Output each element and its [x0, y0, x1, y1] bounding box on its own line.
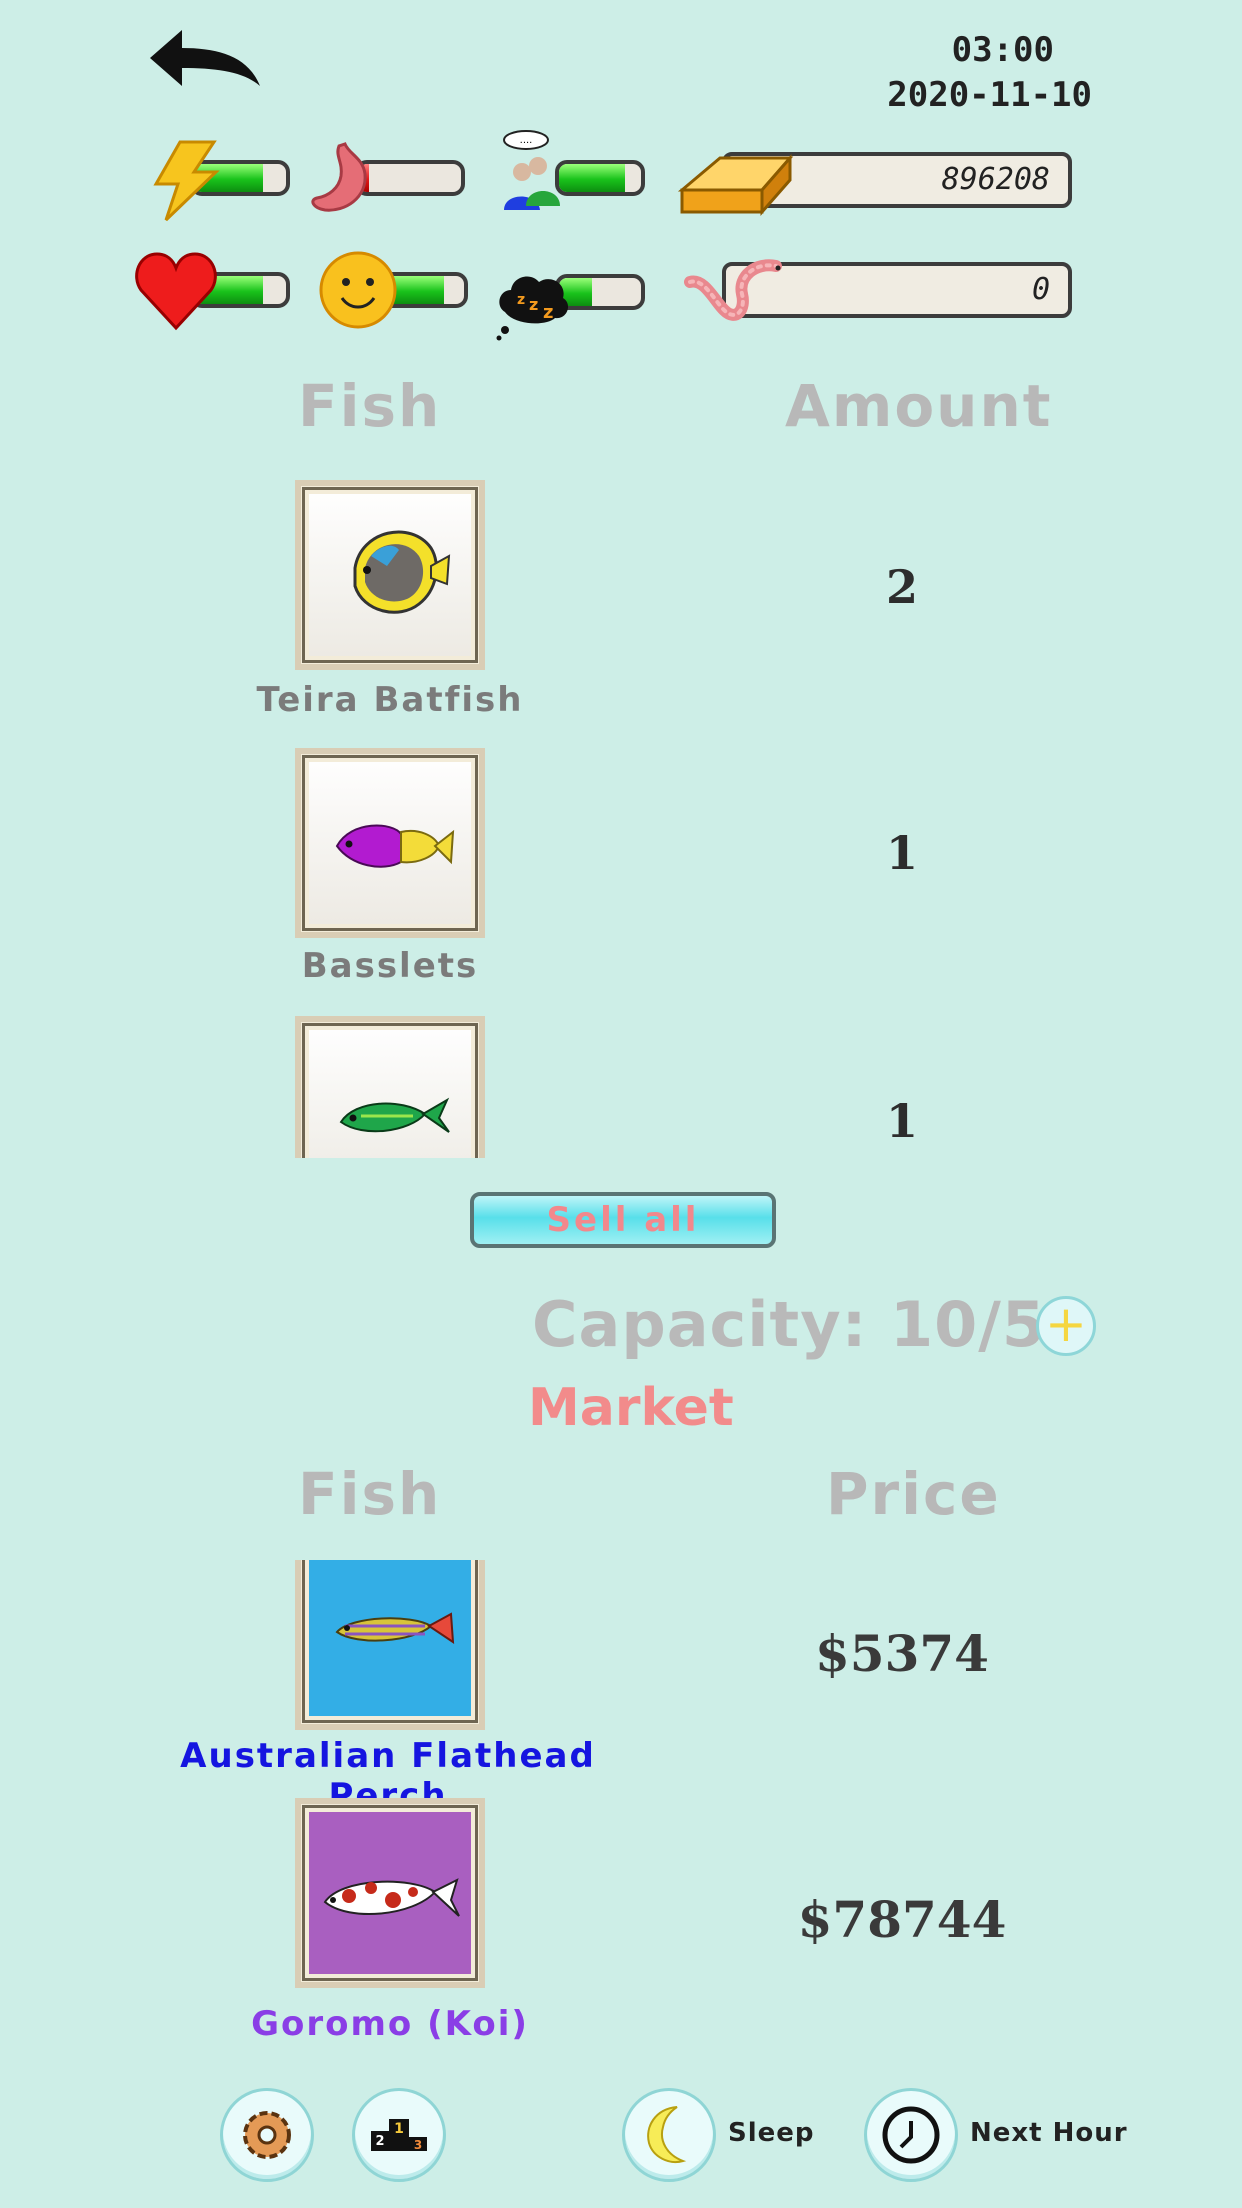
inventory-fish-amount: 2 — [885, 560, 918, 614]
sleep-label: Sleep — [728, 2118, 815, 2148]
clock-date: 2020-11-10 — [887, 75, 1092, 115]
teira-batfish-icon — [353, 530, 451, 614]
sleep-cloud-icon: z z z — [496, 276, 569, 341]
sell-all-button[interactable]: Sell all — [470, 1192, 776, 1248]
podium-icon: 1 2 3 — [371, 2119, 427, 2152]
leaderboard-button[interactable]: 1 2 3 — [352, 2088, 446, 2182]
lightning-icon — [153, 140, 220, 222]
capacity-label: Capacity: 10/50 — [532, 1288, 1091, 1361]
svg-text:1: 1 — [394, 2121, 404, 2137]
svg-text:2: 2 — [375, 2134, 384, 2149]
next-hour-button[interactable] — [864, 2088, 958, 2182]
back-arrow-icon — [150, 30, 260, 86]
gold-bar-icon — [677, 154, 794, 216]
clock-time: 03:00 — [951, 30, 1054, 70]
market-fish-price: $78744 — [797, 1890, 1007, 1949]
market-title: Market — [528, 1378, 734, 1438]
green-fish-icon — [339, 1097, 450, 1133]
sleep-button[interactable] — [622, 2088, 716, 2182]
social-stat: .... — [500, 130, 645, 220]
svg-text:z: z — [529, 295, 538, 314]
clock-icon — [882, 2106, 940, 2164]
sleep-stat: z z z — [495, 262, 645, 352]
inventory-fish-header: Fish — [298, 372, 442, 440]
goromo-koi-icon — [323, 1878, 460, 1917]
inventory-fish-amount: 1 — [885, 826, 918, 880]
svg-text:3: 3 — [414, 2138, 422, 2152]
people-icon: .... — [503, 130, 560, 210]
next-hour-label: Next Hour — [970, 2118, 1128, 2148]
energy-stat — [150, 140, 290, 230]
hunger-stat — [305, 140, 465, 230]
plus-icon: + — [1045, 1295, 1087, 1353]
market-fish-slot[interactable] — [295, 1560, 485, 1730]
svg-text:z: z — [517, 292, 525, 308]
happiness-stat — [318, 250, 468, 340]
game-clock: 03:00 2020-11-10 — [887, 28, 1092, 118]
basslet-icon — [335, 824, 455, 868]
inventory-fish-name: Basslets — [301, 946, 479, 986]
australian-flathead-perch-icon — [335, 1612, 455, 1644]
heart-icon — [135, 252, 217, 331]
inventory-fish-slot[interactable] — [295, 748, 485, 938]
inventory-fish-slot[interactable] — [295, 480, 485, 670]
market-fish-header: Fish — [298, 1460, 442, 1528]
stomach-icon — [311, 142, 367, 212]
market-fish-slot[interactable] — [295, 1798, 485, 1988]
market-fish-name: Goromo (Koi) — [251, 2004, 529, 2044]
back-arrow-button[interactable] — [148, 28, 263, 100]
inventory-fish-slot[interactable] — [295, 1016, 485, 1158]
settings-button[interactable] — [220, 2088, 314, 2182]
moon-icon — [647, 2106, 687, 2163]
inventory-fish-amount: 1 — [885, 1094, 918, 1148]
market-price-header: Price — [826, 1460, 1001, 1528]
inventory-fish-name: Teira Batfish — [256, 680, 524, 720]
gear-icon — [243, 2111, 291, 2159]
health-stat — [135, 250, 290, 340]
smiley-icon — [319, 251, 397, 329]
market-list[interactable]: Australian Flathead Perch $5374 Goromo (… — [0, 1560, 1242, 2060]
inventory-list[interactable]: Teira Batfish 2 Basslets 1 1 — [0, 470, 1242, 1158]
increase-capacity-button[interactable]: + — [1036, 1296, 1096, 1356]
market-fish-price: $5374 — [815, 1624, 989, 1683]
worm-icon — [684, 259, 782, 321]
inventory-amount-header: Amount — [785, 372, 1053, 440]
svg-text:....: .... — [520, 135, 533, 146]
svg-text:z: z — [543, 302, 553, 323]
